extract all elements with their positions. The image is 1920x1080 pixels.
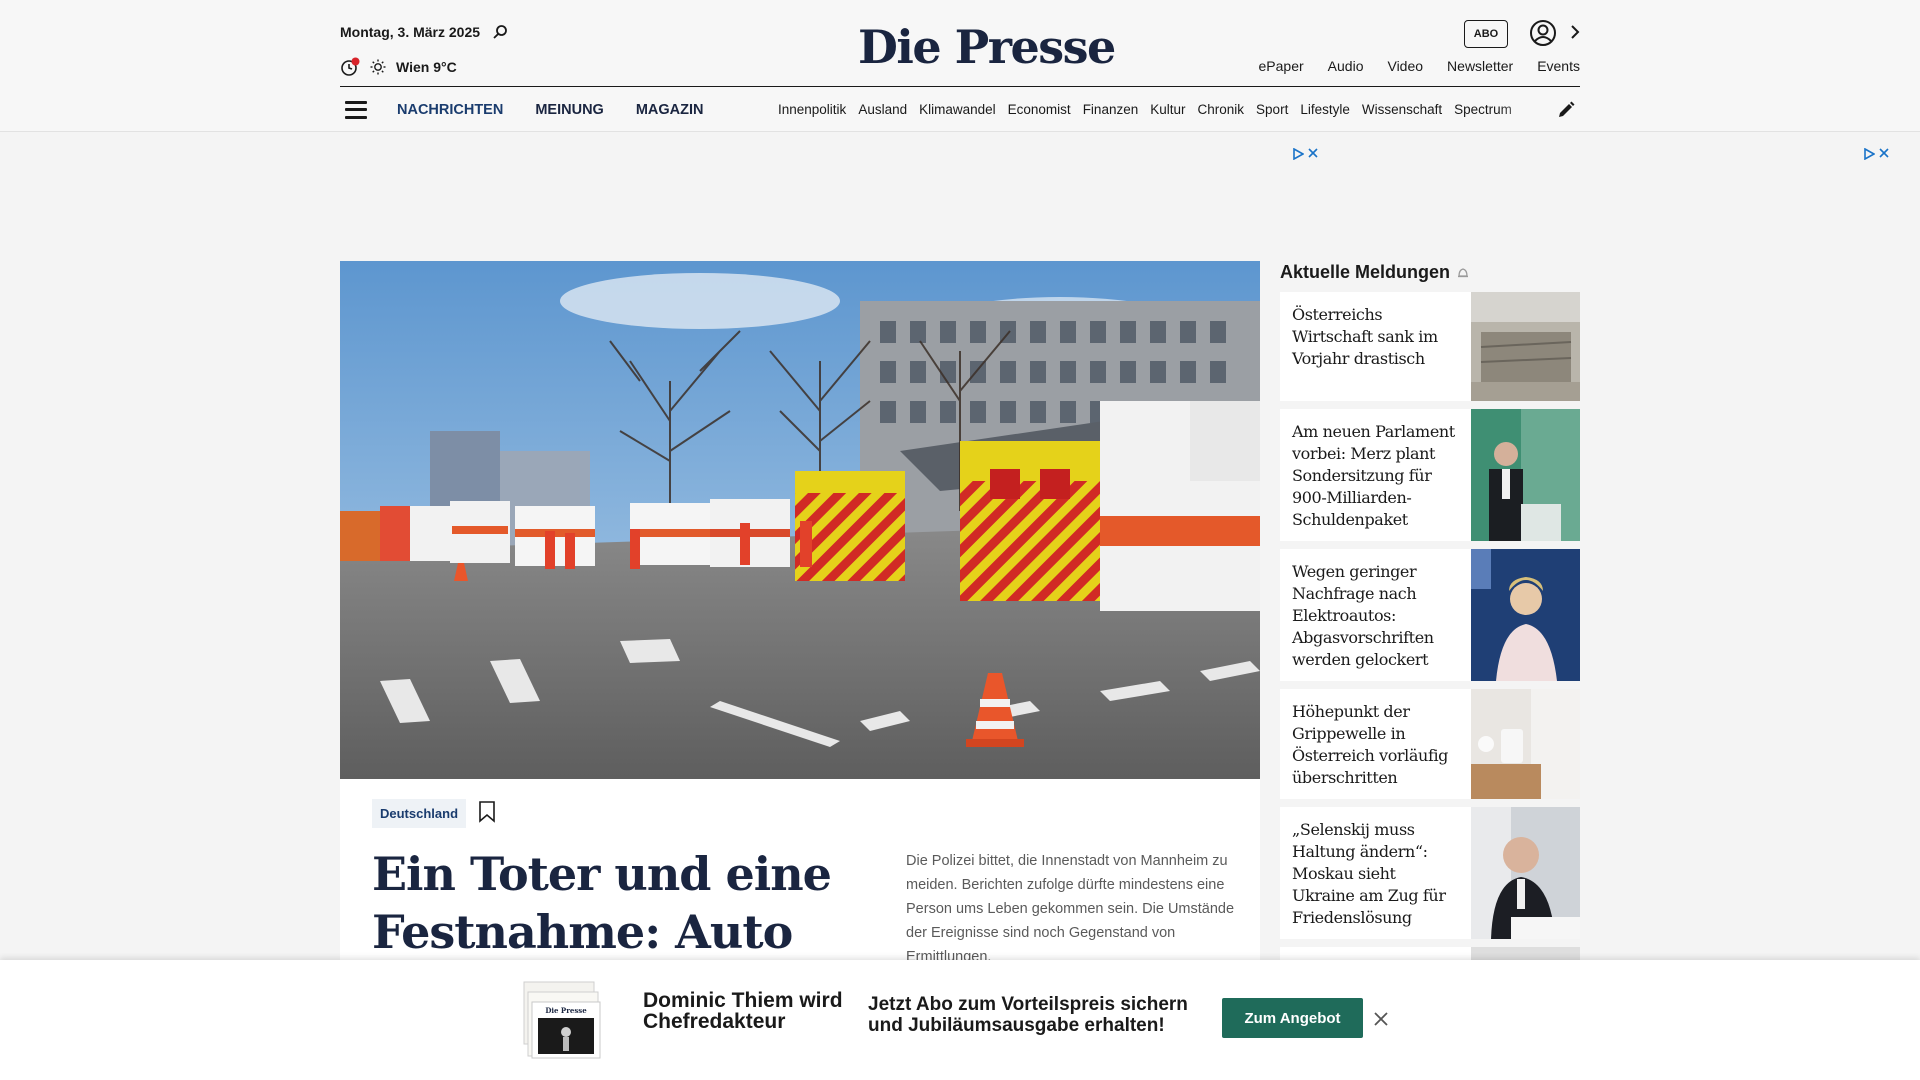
link-epaper[interactable]: ePaper <box>1259 58 1304 74</box>
date-line: Montag, 3. März 2025 <box>340 24 508 40</box>
clock-notification-icon[interactable] <box>340 57 360 77</box>
article-lead: Die Polizei bittet, die Innenstadt von M… <box>906 853 1235 965</box>
ad-close-icon[interactable] <box>1879 148 1889 158</box>
news-item[interactable]: Am neuen Parlament vorbei: Merz plant So… <box>1280 409 1580 541</box>
nav-sub-kultur[interactable]: Kultur <box>1150 102 1185 117</box>
news-item[interactable]: „Selenskij muss Haltung ändern“: Moskau … <box>1280 807 1580 939</box>
current-date: Montag, 3. März 2025 <box>340 24 481 40</box>
news-item-title: „Selenskij muss Haltung ändern“: Moskau … <box>1292 820 1446 927</box>
abo-button[interactable]: ABO <box>1464 20 1508 48</box>
top-links: ePaper Audio Video Newsletter Events <box>1259 58 1580 74</box>
link-newsletter[interactable]: Newsletter <box>1447 58 1513 74</box>
nav-item-meinung[interactable]: MEINUNG <box>535 102 603 118</box>
site-logo[interactable]: Die Presse <box>858 20 1116 74</box>
news-item[interactable]: Österreichs Wirtschaft sank im Vorjahr d… <box>1280 292 1580 401</box>
news-item-title: Höhepunkt der Grippewelle in Österreich … <box>1292 702 1449 787</box>
news-item-thumbnail <box>1471 807 1580 939</box>
ad-play-icon <box>1864 148 1875 160</box>
news-item-thumbnail <box>1471 689 1580 799</box>
newspaper-masthead: Die Presse <box>545 1006 587 1015</box>
nav-sub-sport[interactable]: Sport <box>1256 102 1288 117</box>
weather-text: Wien 9°C <box>396 59 457 75</box>
bookmark-icon[interactable] <box>478 801 496 823</box>
sidebar-title: Aktuelle Meldungen <box>1280 262 1470 283</box>
link-video[interactable]: Video <box>1387 58 1423 74</box>
news-item-title: Wegen geringer Nachfrage nach Elektroaut… <box>1292 562 1434 669</box>
news-item[interactable]: Wegen geringer Nachfrage nach Elektroaut… <box>1280 549 1580 681</box>
ad-choices-marker[interactable] <box>1293 148 1318 160</box>
news-item-title: Am neuen Parlament vorbei: Merz plant So… <box>1292 422 1455 529</box>
nav-main-sections: NACHRICHTEN MEINUNG MAGAZIN <box>397 102 704 118</box>
bell-icon[interactable] <box>1456 266 1470 280</box>
offer-button[interactable]: Zum Angebot <box>1222 998 1363 1038</box>
ad-close-icon[interactable] <box>1308 148 1318 158</box>
hero-image[interactable] <box>340 261 1260 779</box>
promo-title: Dominic Thiem wird Chefredakteur <box>643 989 843 1033</box>
menu-icon[interactable] <box>345 100 367 119</box>
ad-play-icon <box>1293 148 1304 160</box>
nav-sub-wissenschaft[interactable]: Wissenschaft <box>1362 102 1442 117</box>
news-item-thumbnail <box>1471 409 1580 541</box>
nav-sub-lifestyle[interactable]: Lifestyle <box>1300 102 1350 117</box>
nav-fade <box>1500 99 1540 120</box>
link-events[interactable]: Events <box>1537 58 1580 74</box>
nav-sub-finanzen[interactable]: Finanzen <box>1083 102 1139 117</box>
site-header: Montag, 3. März 2025 Wien 9°C Die Presse… <box>0 0 1920 132</box>
nav-sub-klimawandel[interactable]: Klimawandel <box>919 102 996 117</box>
main-navigation: NACHRICHTEN MEINUNG MAGAZIN Innenpolitik… <box>340 87 1580 132</box>
nav-item-magazin[interactable]: MAGAZIN <box>636 102 704 118</box>
sidebar-title-text: Aktuelle Meldungen <box>1280 262 1451 282</box>
nav-sub-chronik[interactable]: Chronik <box>1198 102 1245 117</box>
user-account-icon[interactable] <box>1528 18 1558 48</box>
news-item-thumbnail <box>1471 549 1580 681</box>
nav-sub-economist[interactable]: Economist <box>1008 102 1071 117</box>
weather-line: Wien 9°C <box>340 57 457 77</box>
category-tag[interactable]: Deutschland <box>372 799 467 828</box>
nav-sub-innenpolitik[interactable]: Innenpolitik <box>778 102 846 117</box>
news-item-title: Österreichs Wirtschaft sank im Vorjahr d… <box>1292 305 1438 368</box>
newspaper-image: Die Presse <box>523 981 601 1059</box>
news-item[interactable]: Höhepunkt der Grippewelle in Österreich … <box>1280 689 1580 799</box>
sun-icon <box>370 59 386 75</box>
nav-sub-ausland[interactable]: Ausland <box>858 102 907 117</box>
news-item-thumbnail <box>1471 292 1580 401</box>
subscription-promo-banner: Die Presse Dominic Thiem wird Chefredakt… <box>0 960 1920 1080</box>
header-inner: Montag, 3. März 2025 Wien 9°C Die Presse… <box>340 0 1580 132</box>
link-audio[interactable]: Audio <box>1328 58 1364 74</box>
ad-choices-marker-right[interactable] <box>1864 148 1889 160</box>
nav-item-nachrichten[interactable]: NACHRICHTEN <box>397 102 503 118</box>
search-icon[interactable] <box>492 24 508 40</box>
pencil-icon[interactable] <box>1556 100 1576 120</box>
close-icon[interactable] <box>1372 1010 1390 1028</box>
nav-sub-sections: Innenpolitik Ausland Klimawandel Economi… <box>778 102 1538 117</box>
promo-text: Jetzt Abo zum Vorteilspreis sichern und … <box>868 994 1188 1036</box>
chevron-right-icon[interactable] <box>1570 22 1580 42</box>
